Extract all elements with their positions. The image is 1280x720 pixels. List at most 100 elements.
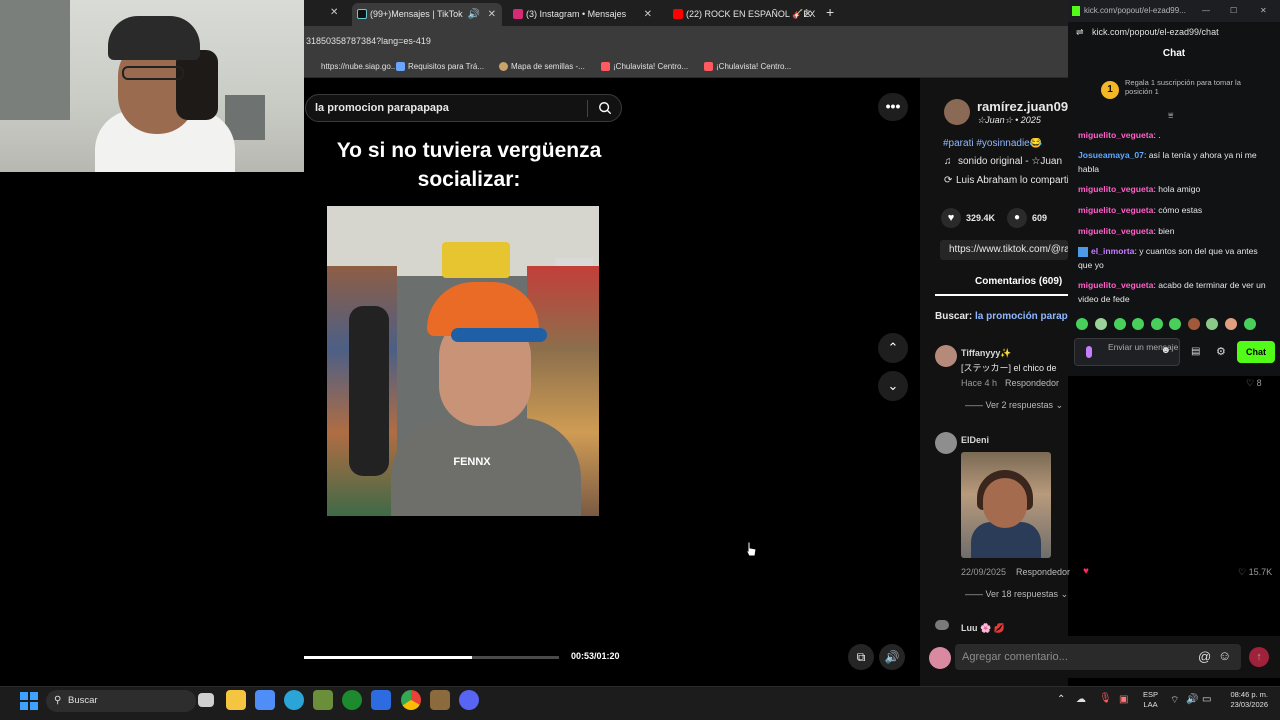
close-icon[interactable]: ✕: [488, 3, 496, 26]
reply-button[interactable]: Respondedor: [1005, 378, 1059, 388]
search-input[interactable]: la promocion parapapapa: [305, 94, 622, 122]
chat-username[interactable]: el_inmorta: [1091, 246, 1134, 256]
bookmark-item[interactable]: ¡Chulavista! Centro...: [601, 60, 688, 74]
volume-button[interactable]: 🔊: [879, 644, 905, 670]
chat-username[interactable]: miguelito_vegueta: [1078, 280, 1153, 290]
tray-chevron-icon[interactable]: ⌃: [1057, 694, 1065, 705]
maximize-icon[interactable]: ☐: [1230, 0, 1237, 22]
bookmark-item[interactable]: Requisitos para Trá...: [396, 60, 484, 74]
avatar[interactable]: [935, 345, 957, 367]
tab-instagram[interactable]: (3) Instagram • Mensajes ✕: [508, 3, 658, 26]
chat-username[interactable]: miguelito_vegueta: [1078, 130, 1153, 140]
close-tab-icon[interactable]: ✕: [330, 7, 338, 18]
close-icon[interactable]: 🔊: [468, 3, 480, 26]
bookmark-item[interactable]: ¡Chulavista! Centro...: [704, 60, 791, 74]
emote-icon[interactable]: [1151, 318, 1163, 330]
view-replies-button[interactable]: —— Ver 2 respuestas ⌄: [965, 400, 1063, 411]
chat-username[interactable]: Josueamaya_07: [1078, 150, 1144, 160]
comment-user[interactable]: ElDeni: [961, 435, 989, 445]
emoji-icon[interactable]: ☻: [1160, 346, 1171, 356]
avatar[interactable]: [935, 432, 957, 454]
cloud-icon[interactable]: ☁: [1076, 694, 1086, 705]
emoji-icon[interactable]: ☺: [1218, 648, 1231, 663]
emote-icon[interactable]: [1188, 318, 1200, 330]
store-icon[interactable]: ▤: [1191, 346, 1200, 357]
like-button[interactable]: ♥: [941, 208, 961, 228]
mic-icon[interactable]: [1086, 346, 1092, 358]
emote-icon[interactable]: [1206, 318, 1218, 330]
tab-youtube[interactable]: (22) ROCK EN ESPAÑOL 🎸ÉX ✕: [668, 3, 818, 26]
clock[interactable]: 08:46 p. m. 23/03/2026: [1224, 690, 1268, 710]
gift-sub-banner[interactable]: 1 Regala 1 suscripción para tomar la pos…: [1093, 78, 1255, 104]
chat-username[interactable]: miguelito_vegueta: [1078, 205, 1153, 215]
new-tab-button[interactable]: +: [826, 4, 834, 20]
video-progress-bar[interactable]: [304, 656, 559, 659]
chat-username[interactable]: miguelito_vegueta: [1078, 226, 1153, 236]
comment-likes[interactable]: ♡ 15.7K: [1238, 567, 1272, 578]
wifi-icon[interactable]: ⌔: [1170, 694, 1179, 707]
reply-button[interactable]: Respondedor: [1016, 567, 1070, 577]
comment-user[interactable]: Luu 🌸 💋: [961, 623, 1005, 634]
emote-icon[interactable]: [1244, 318, 1256, 330]
comment-button[interactable]: ●: [1007, 208, 1027, 228]
emote-icon[interactable]: [1076, 318, 1088, 330]
previous-video-button[interactable]: ⌃: [878, 333, 908, 363]
bookmark-item[interactable]: Mapa de semillas -...: [499, 60, 585, 74]
comment-user[interactable]: Tiffanyyy✨: [961, 348, 1012, 359]
post-link[interactable]: https://www.tiktok.com/@ra: [940, 240, 1068, 260]
mention-icon[interactable]: @: [1198, 649, 1211, 664]
send-chat-button[interactable]: Chat: [1237, 341, 1275, 363]
pip-button[interactable]: ⧉: [848, 644, 874, 670]
author-name[interactable]: ramírez.juan09: [977, 99, 1068, 114]
edge-icon[interactable]: [284, 690, 304, 710]
emote-icon[interactable]: [1114, 318, 1126, 330]
author-avatar[interactable]: [944, 99, 970, 125]
volume-icon[interactable]: 🔊: [1186, 694, 1198, 705]
discord-icon[interactable]: [459, 690, 479, 710]
store-icon[interactable]: [255, 690, 275, 710]
emote-icon[interactable]: [1095, 318, 1107, 330]
close-icon[interactable]: ✕: [1260, 0, 1267, 22]
post-sound[interactable]: sonido original - ☆Juan: [958, 156, 1068, 167]
next-video-button[interactable]: ⌄: [878, 371, 908, 401]
chat-username[interactable]: miguelito_vegueta: [1078, 184, 1153, 194]
avatar[interactable]: [935, 620, 949, 630]
settings-icon[interactable]: ⚙: [1216, 345, 1226, 358]
emote-icon[interactable]: [1132, 318, 1144, 330]
video-frame[interactable]: FENNX: [327, 206, 599, 516]
windows-start-icon[interactable]: [20, 692, 38, 710]
send-button[interactable]: ↑: [1249, 647, 1269, 667]
close-icon[interactable]: ✕: [804, 3, 812, 26]
more-options-button[interactable]: •••: [878, 93, 908, 121]
emote-icon[interactable]: [1169, 318, 1181, 330]
app-icon[interactable]: [430, 690, 450, 710]
app-tray-icon[interactable]: ▣: [1119, 694, 1128, 705]
mic-icon[interactable]: 🎙: [1099, 693, 1112, 704]
chrome-icon[interactable]: [401, 690, 421, 710]
view-replies-button[interactable]: —— Ver 18 respuestas ⌄: [965, 589, 1068, 600]
task-view-icon[interactable]: [198, 693, 214, 707]
taskbar-search[interactable]: ⚲ Buscar: [46, 690, 196, 712]
comment-likes[interactable]: ♡ 8: [1246, 378, 1262, 389]
chat-input[interactable]: Enviar un mensaje ☻: [1074, 338, 1180, 366]
site-info-icon[interactable]: ⇌: [1076, 22, 1084, 42]
bookmark-item[interactable]: https://nube.siap.go...: [309, 60, 398, 74]
minecraft-icon[interactable]: [313, 690, 333, 710]
language-indicator[interactable]: ESP LAA: [1143, 690, 1158, 710]
close-icon[interactable]: ✕: [644, 3, 652, 26]
search-icon[interactable]: [598, 101, 612, 115]
file-explorer-icon[interactable]: [226, 690, 246, 710]
comments-tab[interactable]: Comentarios (609): [975, 276, 1062, 287]
pinned-icon[interactable]: ⩸: [1168, 110, 1173, 121]
emote-icon[interactable]: [1225, 318, 1237, 330]
address-bar[interactable]: 31850358787384?lang=es-419: [304, 26, 1068, 56]
xbox-icon[interactable]: [342, 690, 362, 710]
battery-icon[interactable]: ▭: [1202, 694, 1211, 705]
kick-url-bar[interactable]: ⇌ kick.com/popout/el-ezad99/chat: [1068, 22, 1280, 42]
sound-icon[interactable]: ♫: [944, 156, 952, 167]
app-icon[interactable]: [371, 690, 391, 710]
post-hashtags[interactable]: #parati #yosinnadie😂: [943, 138, 1068, 149]
minimize-icon[interactable]: —: [1202, 0, 1210, 22]
tab-tiktok[interactable]: (99+)Mensajes | TikTok 🔊 ✕: [352, 3, 502, 26]
comment-search-term[interactable]: la promoción parapap: [975, 311, 1068, 322]
